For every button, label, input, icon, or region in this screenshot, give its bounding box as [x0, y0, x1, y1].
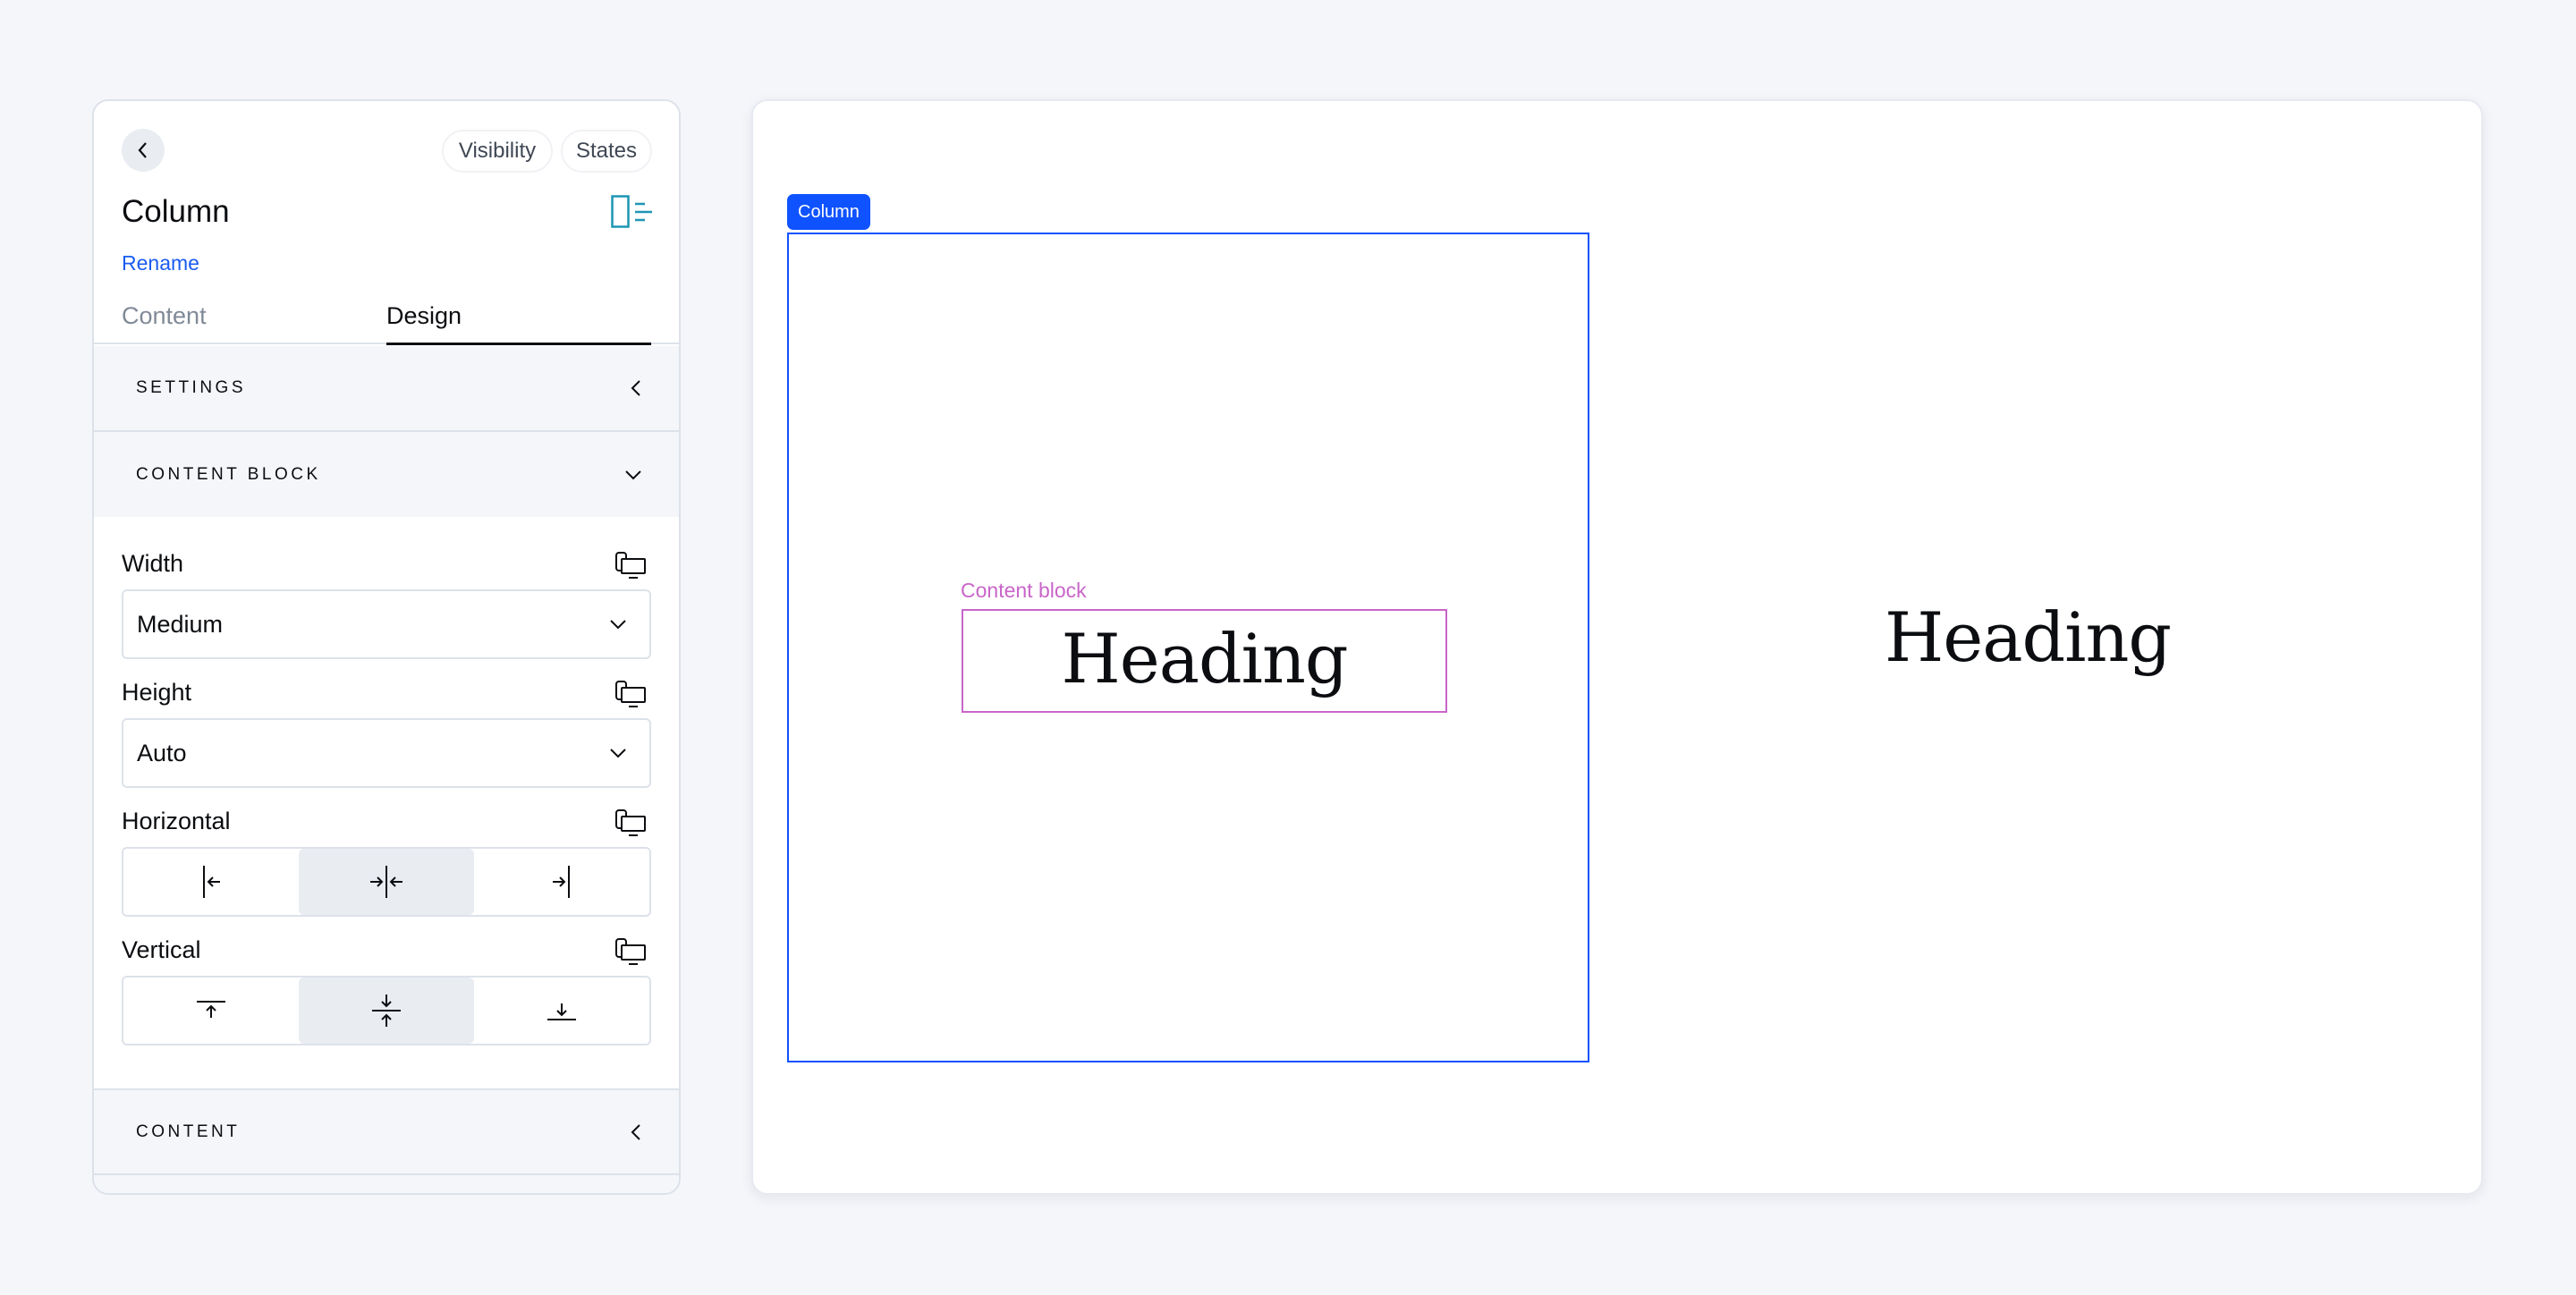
settings-section-label: SETTINGS: [136, 378, 247, 397]
back-button[interactable]: [122, 129, 165, 172]
align-middle-icon: [372, 995, 401, 1027]
responsive-device-icon[interactable]: [614, 808, 647, 839]
content-block-box[interactable]: Heading: [962, 609, 1447, 713]
align-bottom-button[interactable]: [474, 978, 649, 1044]
states-button[interactable]: States: [561, 130, 652, 173]
horizontal-label: Horizontal: [122, 808, 231, 834]
chevron-down-icon: [625, 470, 641, 479]
responsive-device-icon[interactable]: [614, 551, 647, 581]
chevron-left-icon: [631, 380, 640, 396]
properties-panel: Visibility States Column Rename Content …: [92, 99, 681, 1195]
column-selection-box[interactable]: Content block Heading: [787, 233, 1589, 1062]
tab-content[interactable]: Content: [122, 298, 207, 344]
panel-footer-spacer: [94, 1175, 679, 1193]
column-layout-icon[interactable]: [611, 195, 652, 229]
vertical-align-control: [122, 976, 651, 1045]
visibility-button[interactable]: Visibility: [442, 130, 553, 173]
canvas-preview: Column Content block Heading Heading: [751, 99, 2483, 1195]
align-top-button[interactable]: [123, 978, 299, 1044]
align-right-icon: [553, 866, 570, 898]
content-section-label: CONTENT: [136, 1121, 241, 1141]
content-section-header[interactable]: CONTENT: [94, 1088, 679, 1175]
align-center-button[interactable]: [299, 849, 474, 915]
column-tag[interactable]: Column: [787, 194, 870, 230]
element-title: Column: [122, 194, 230, 229]
height-select[interactable]: Auto: [122, 718, 651, 788]
align-left-icon: [203, 866, 220, 898]
chevron-left-icon: [138, 142, 147, 158]
heading-preview-text[interactable]: Heading: [1692, 597, 2363, 677]
width-label: Width: [122, 550, 184, 577]
content-block-section-label: CONTENT BLOCK: [136, 464, 321, 484]
tab-design[interactable]: Design: [386, 298, 651, 345]
panel-tabs: Content Design: [94, 298, 679, 345]
content-block-label: Content block: [961, 579, 1087, 602]
content-block-section-header[interactable]: CONTENT BLOCK: [94, 432, 679, 517]
heading-text[interactable]: Heading: [1061, 619, 1348, 698]
chevron-down-icon: [610, 749, 626, 758]
align-left-button[interactable]: [123, 849, 299, 915]
align-right-button[interactable]: [474, 849, 649, 915]
height-select-value: Auto: [137, 739, 187, 766]
rename-link[interactable]: Rename: [122, 251, 199, 275]
responsive-device-icon[interactable]: [614, 680, 647, 710]
align-bottom-icon: [547, 1003, 576, 1020]
settings-section-header[interactable]: SETTINGS: [94, 346, 679, 432]
responsive-device-icon[interactable]: [614, 937, 647, 968]
align-top-icon: [197, 1001, 225, 1018]
align-middle-button[interactable]: [299, 978, 474, 1044]
height-label: Height: [122, 679, 192, 706]
horizontal-align-control: [122, 847, 651, 917]
chevron-left-icon: [631, 1123, 640, 1140]
vertical-label: Vertical: [122, 936, 201, 963]
width-select-value: Medium: [137, 610, 224, 638]
chevron-down-icon: [610, 620, 626, 630]
align-center-icon: [370, 866, 402, 898]
width-select[interactable]: Medium: [122, 589, 651, 659]
